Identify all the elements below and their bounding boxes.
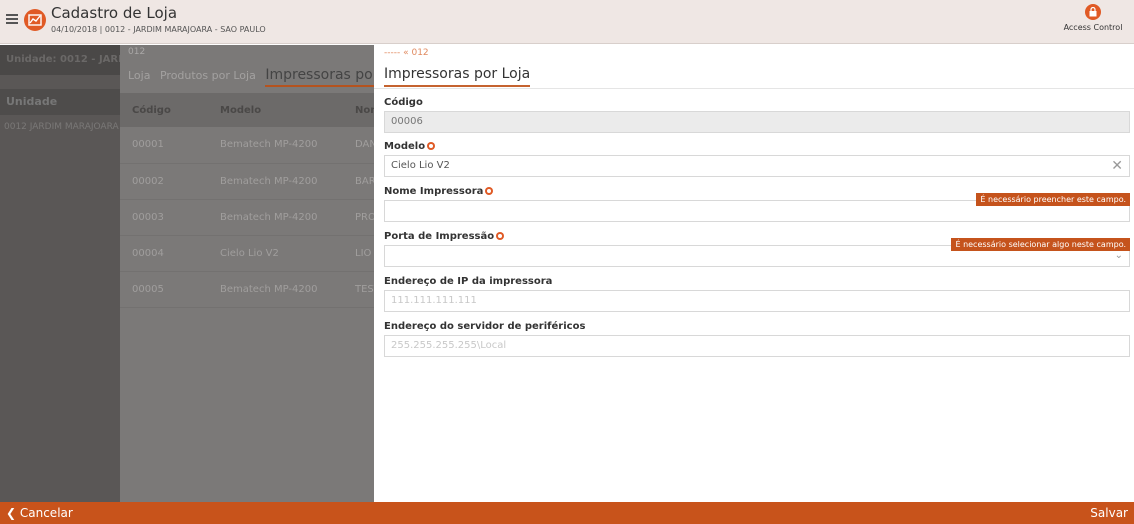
app-subtitle: 04/10/2018 | 0012 - JARDIM MARAJOARA - S… bbox=[51, 25, 266, 34]
printer-form-panel: ----- « 012 Impressoras por Loja Código … bbox=[374, 45, 1134, 502]
page-title: Impressoras por Loja bbox=[384, 66, 531, 87]
nome-error-tooltip: É necessário preencher este campo. bbox=[976, 193, 1130, 206]
breadcrumb[interactable]: ----- « 012 bbox=[384, 48, 429, 58]
bottom-action-bar: ❮ Cancelar Salvar bbox=[0, 502, 1134, 524]
servidor-input[interactable]: 255.255.255.255\Local bbox=[384, 335, 1130, 357]
clear-icon[interactable]: ✕ bbox=[1111, 156, 1123, 176]
printer-list-panel: 012 Loja Produtos por Loja Impressoras p… bbox=[120, 45, 374, 502]
cell-nome: TESTE bbox=[343, 271, 374, 308]
divider bbox=[374, 88, 1134, 89]
column-header-nome[interactable]: Nome bbox=[343, 93, 374, 127]
cell-nome: PROD bbox=[343, 199, 374, 236]
table-row[interactable]: 00002 Bematech MP-4200 BAR bbox=[120, 163, 374, 200]
required-icon bbox=[496, 232, 505, 240]
cell-modelo: Bematech MP-4200 bbox=[208, 271, 343, 308]
menu-icon[interactable] bbox=[6, 14, 18, 24]
cell-nome: BAR bbox=[343, 163, 374, 200]
column-header-codigo[interactable]: Código bbox=[120, 93, 208, 127]
column-header-modelo[interactable]: Modelo bbox=[208, 93, 343, 127]
table-row[interactable]: 00001 Bematech MP-4200 DANFE bbox=[120, 127, 374, 164]
servidor-label: Endereço do servidor de periféricos bbox=[384, 321, 586, 332]
app-title: Cadastro de Loja bbox=[51, 4, 178, 22]
ip-input[interactable]: 111.111.111.111 bbox=[384, 290, 1130, 312]
unit-sidebar: Unidade: 0012 - JARDIM MARAJOARA Unidade… bbox=[0, 45, 120, 502]
table-row[interactable]: 00005 Bematech MP-4200 TESTE bbox=[120, 271, 374, 308]
porta-error-tooltip: É necessário selecionar algo neste campo… bbox=[951, 238, 1130, 251]
cell-codigo: 00001 bbox=[120, 127, 208, 164]
list-item[interactable]: 0012 JARDIM MARAJOARA bbox=[0, 115, 120, 139]
porta-impressao-label: Porta de Impressão bbox=[384, 231, 505, 242]
ip-label: Endereço de IP da impressora bbox=[384, 276, 553, 287]
cancel-button[interactable]: ❮ Cancelar bbox=[6, 506, 73, 520]
nome-impressora-label: Nome Impressora bbox=[384, 186, 494, 197]
cell-codigo: 00004 bbox=[120, 235, 208, 272]
codigo-label: Código bbox=[384, 97, 423, 108]
codigo-field: 00006 bbox=[384, 111, 1130, 133]
cell-modelo: Bematech MP-4200 bbox=[208, 163, 343, 200]
unit-column-header: Unidade bbox=[0, 89, 120, 115]
table-row[interactable]: 00003 Bematech MP-4200 PROD bbox=[120, 199, 374, 236]
cell-modelo: Bematech MP-4200 bbox=[208, 127, 343, 164]
tab-loja[interactable]: Loja bbox=[128, 69, 150, 82]
table-row[interactable]: 00004 Cielo Lio V2 LIO bbox=[120, 235, 374, 272]
required-icon bbox=[427, 142, 436, 150]
lock-icon bbox=[1085, 4, 1101, 20]
modelo-label: Modelo bbox=[384, 141, 436, 152]
cell-modelo: Bematech MP-4200 bbox=[208, 199, 343, 236]
top-bar: Cadastro de Loja 04/10/2018 | 0012 - JAR… bbox=[0, 0, 1134, 44]
cell-codigo: 00002 bbox=[120, 163, 208, 200]
cell-nome: LIO bbox=[343, 235, 374, 272]
tab-produtos-por-loja[interactable]: Produtos por Loja bbox=[160, 69, 256, 82]
tab-impressoras-por-loja[interactable]: Impressoras por Loja bbox=[265, 67, 374, 87]
save-button[interactable]: Salvar bbox=[1090, 506, 1128, 520]
tab-bar: Loja Produtos por Loja Impressoras por L… bbox=[128, 67, 374, 87]
table-header-row: Código Modelo Nome bbox=[120, 93, 374, 127]
cell-codigo: 00005 bbox=[120, 271, 208, 308]
cell-modelo: Cielo Lio V2 bbox=[208, 235, 343, 272]
modelo-select[interactable]: Cielo Lio V2 ✕ bbox=[384, 155, 1130, 177]
cell-nome: DANFE bbox=[343, 127, 374, 164]
access-control-button[interactable]: Access Control bbox=[1058, 4, 1128, 32]
unit-heading: Unidade: 0012 - JARDIM MARAJOARA bbox=[0, 45, 120, 75]
required-icon bbox=[485, 187, 494, 195]
printer-table: Código Modelo Nome 00001 Bematech MP-420… bbox=[120, 93, 374, 308]
store-code: 012 bbox=[128, 47, 146, 57]
cell-codigo: 00003 bbox=[120, 199, 208, 236]
access-control-label: Access Control bbox=[1063, 23, 1123, 32]
app-logo-icon bbox=[24, 9, 46, 31]
